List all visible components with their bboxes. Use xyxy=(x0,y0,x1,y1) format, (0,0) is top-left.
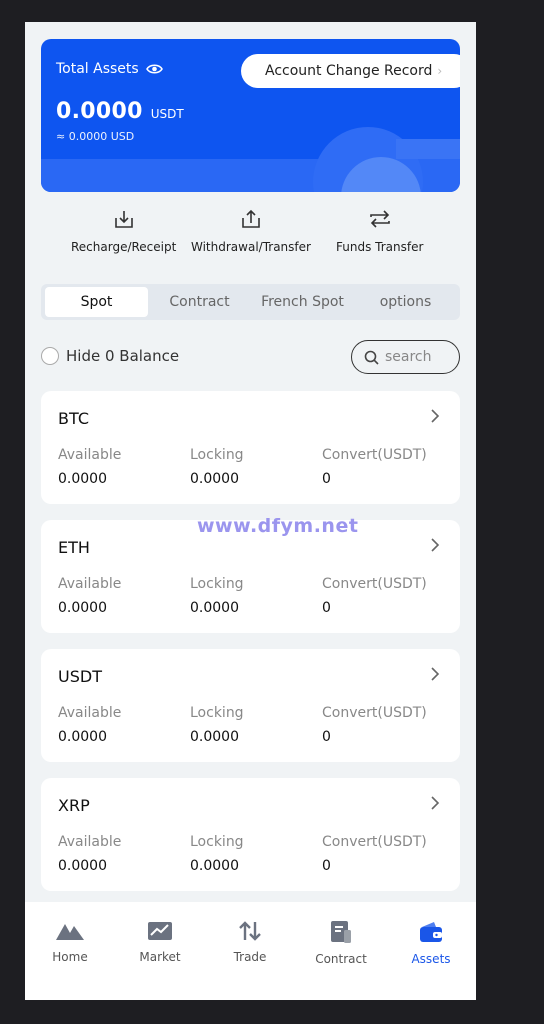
convert-value: 0 xyxy=(322,471,331,487)
available-value: 0.0000 xyxy=(58,600,107,616)
coin-name: ETH xyxy=(58,538,90,557)
funds-transfer-button[interactable]: Funds Transfer xyxy=(336,208,423,254)
locking-label: Locking xyxy=(190,576,244,592)
available-value: 0.0000 xyxy=(58,471,107,487)
locking-value: 0.0000 xyxy=(190,858,239,874)
nav-label: Market xyxy=(139,950,181,964)
nav-label: Home xyxy=(52,950,88,964)
available-label: Available xyxy=(58,705,122,721)
chart-icon xyxy=(148,922,172,940)
nav-market[interactable]: Market xyxy=(125,920,195,964)
account-change-record-label: Account Change Record xyxy=(265,63,433,79)
total-assets-card: Total Assets 0.0000 USDT ≈ 0.0000 USD Ac… xyxy=(41,39,460,192)
convert-label: Convert(USDT) xyxy=(322,834,427,850)
bottom-nav: Home Market Trade Contract Assets xyxy=(25,902,476,1000)
locking-label: Locking xyxy=(190,447,244,463)
convert-value: 0 xyxy=(322,600,331,616)
locking-label: Locking xyxy=(190,834,244,850)
radio-button[interactable] xyxy=(41,347,59,365)
tab-contract[interactable]: Contract xyxy=(148,287,251,317)
nav-label: Contract xyxy=(315,952,367,966)
withdrawal-transfer-button[interactable]: Withdrawal/Transfer xyxy=(191,208,311,254)
available-label: Available xyxy=(58,834,122,850)
available-label: Available xyxy=(58,576,122,592)
nav-trade[interactable]: Trade xyxy=(215,920,285,964)
recharge-receipt-button[interactable]: Recharge/Receipt xyxy=(71,208,176,254)
hide-zero-balance-label: Hide 0 Balance xyxy=(66,347,180,365)
action-label: Funds Transfer xyxy=(336,240,424,254)
search-placeholder: search xyxy=(385,349,432,365)
amount-unit: USDT xyxy=(150,107,184,121)
trade-arrows-icon xyxy=(239,921,261,941)
tab-options[interactable]: options xyxy=(354,287,457,317)
chevron-right-icon: › xyxy=(437,64,443,78)
locking-label: Locking xyxy=(190,705,244,721)
coin-name: BTC xyxy=(58,409,89,428)
quick-actions: Recharge/Receipt Withdrawal/Transfer Fun… xyxy=(61,208,441,268)
document-icon xyxy=(331,921,351,943)
search-icon xyxy=(364,350,379,365)
tab-french-spot[interactable]: French Spot xyxy=(251,287,354,317)
nav-assets[interactable]: Assets xyxy=(396,920,466,966)
chevron-right-icon xyxy=(431,796,440,810)
coin-card-xrp[interactable]: XRP Available Locking Convert(USDT) 0.00… xyxy=(41,778,460,891)
asset-tabs: Spot Contract French Spot options xyxy=(41,284,460,320)
action-label: Withdrawal/Transfer xyxy=(191,240,311,254)
upload-icon xyxy=(242,209,260,228)
available-value: 0.0000 xyxy=(58,729,107,745)
locking-value: 0.0000 xyxy=(190,471,239,487)
nav-label: Trade xyxy=(233,950,267,964)
convert-label: Convert(USDT) xyxy=(322,447,427,463)
amount-value: 0.0000 xyxy=(56,99,143,124)
phone-screen: Total Assets 0.0000 USDT ≈ 0.0000 USD Ac… xyxy=(25,22,476,1000)
locking-value: 0.0000 xyxy=(190,600,239,616)
chevron-right-icon xyxy=(431,667,440,681)
nav-label: Assets xyxy=(411,952,451,966)
tab-spot[interactable]: Spot xyxy=(45,287,148,317)
chevron-right-icon xyxy=(431,409,440,423)
hide-zero-balance-toggle[interactable]: Hide 0 Balance xyxy=(41,347,179,365)
total-assets-label: Total Assets xyxy=(56,61,139,77)
chevron-right-icon xyxy=(431,538,440,552)
swap-icon xyxy=(369,210,390,228)
eye-icon[interactable] xyxy=(145,63,163,75)
available-value: 0.0000 xyxy=(58,858,107,874)
locking-value: 0.0000 xyxy=(190,729,239,745)
convert-value: 0 xyxy=(322,729,331,745)
card-decoration xyxy=(396,139,460,159)
action-label: Recharge/Receipt xyxy=(71,240,177,254)
nav-contract[interactable]: Contract xyxy=(306,920,376,966)
download-icon xyxy=(114,211,133,228)
convert-label: Convert(USDT) xyxy=(322,576,427,592)
coin-name: XRP xyxy=(58,796,90,815)
coin-card-btc[interactable]: BTC Available Locking Convert(USDT) 0.00… xyxy=(41,391,460,504)
total-amount: 0.0000 USDT xyxy=(56,99,184,124)
coin-name: USDT xyxy=(58,667,102,686)
available-label: Available xyxy=(58,447,122,463)
search-input[interactable]: search xyxy=(351,340,460,374)
total-assets-row: Total Assets xyxy=(56,61,163,77)
convert-value: 0 xyxy=(322,858,331,874)
wallet-icon xyxy=(420,922,442,942)
account-change-record-button[interactable]: Account Change Record › xyxy=(241,54,460,88)
convert-label: Convert(USDT) xyxy=(322,705,427,721)
coin-card-usdt[interactable]: USDT Available Locking Convert(USDT) 0.0… xyxy=(41,649,460,762)
nav-home[interactable]: Home xyxy=(35,920,105,964)
approx-usd: ≈ 0.0000 USD xyxy=(56,130,135,143)
home-icon xyxy=(56,924,84,940)
watermark: www.dfym.net xyxy=(197,515,359,537)
